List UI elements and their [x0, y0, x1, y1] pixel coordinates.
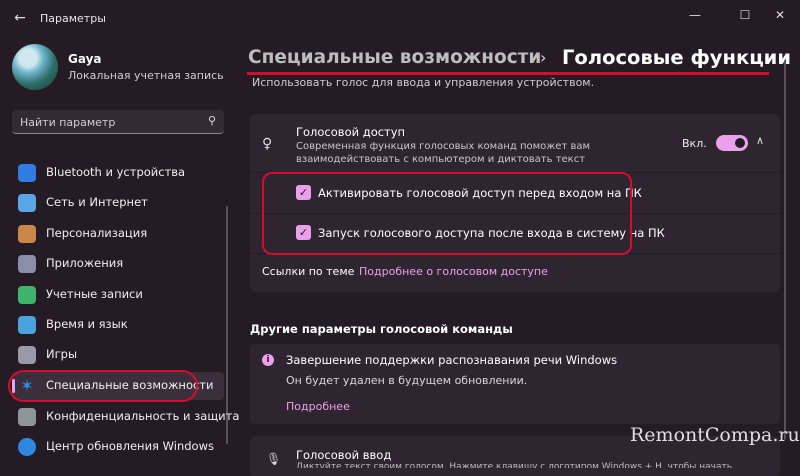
section-title: Другие параметры голосовой команды: [250, 322, 513, 336]
globe-clock-icon: [18, 316, 36, 334]
sidebar-item-label: Учетные записи: [46, 287, 143, 301]
page-title: Голосовые функции: [562, 46, 791, 69]
sidebar-item-bluetooth[interactable]: Bluetooth и устройства: [12, 159, 224, 187]
sidebar-item-gaming[interactable]: Игры: [12, 341, 224, 369]
sidebar-item-windows-update[interactable]: Центр обновления Windows: [12, 433, 224, 461]
sidebar-item-label: Сеть и Интернет: [46, 195, 148, 209]
sidebar-item-label: Игры: [46, 347, 78, 361]
sidebar-item-time-language[interactable]: Время и язык: [12, 311, 224, 339]
chevron-up-icon[interactable]: ∧: [756, 134, 764, 147]
sidebar-item-apps[interactable]: Приложения: [12, 250, 224, 278]
user-name: Gaya: [68, 52, 102, 66]
breadcrumb-parent[interactable]: Специальные возможности: [248, 47, 541, 68]
sidebar-item-label: Bluetooth и устройства: [46, 165, 186, 179]
close-icon[interactable]: ✕: [765, 4, 795, 26]
voice-access-more-link[interactable]: Подробнее о голосовом доступе: [359, 265, 548, 278]
sidebar-item-privacy[interactable]: Конфиденциальность и защита: [12, 403, 239, 431]
highlight-oval: [8, 370, 198, 402]
update-icon: [18, 438, 36, 456]
title-bar: ← Параметры — ☐ ✕: [0, 0, 800, 36]
microphone-icon: 🎙: [266, 452, 282, 466]
brush-icon: [18, 225, 36, 243]
voice-access-toggle[interactable]: [716, 135, 748, 151]
sidebar-item-label: Конфиденциальность и защита: [46, 409, 240, 423]
sidebar-item-personalization[interactable]: Персонализация: [12, 220, 224, 248]
sidebar-item-label: Персонализация: [46, 226, 148, 240]
search-box[interactable]: ⚲: [12, 110, 224, 134]
sidebar-item-accounts[interactable]: Учетные записи: [12, 281, 224, 309]
voice-access-description: Современная функция голосовых команд пом…: [296, 141, 591, 165]
account-type: Локальная учетная запись: [68, 69, 224, 82]
shield-icon: [18, 408, 36, 426]
sidebar-item-network[interactable]: Сеть и Интернет: [12, 189, 224, 217]
sidebar-item-label: Центр обновления Windows: [46, 439, 214, 453]
avatar[interactable]: [12, 44, 58, 90]
search-icon[interactable]: ⚲: [208, 114, 216, 127]
maximize-icon[interactable]: ☐: [730, 4, 760, 26]
sidebar-item-label: Время и язык: [46, 317, 128, 331]
page-description: Использовать голос для ввода и управлени…: [252, 76, 595, 89]
breadcrumb-separator: ›: [540, 48, 547, 67]
apps-icon: [18, 255, 36, 273]
voice-access-icon: ♀: [262, 136, 273, 152]
highlight-underline: [247, 72, 769, 75]
bluetooth-icon: [18, 164, 36, 182]
related-links-label: Ссылки по теме: [262, 265, 355, 278]
voice-access-title: Голосовой доступ: [296, 125, 406, 139]
voice-typing-description: Диктуйте текст своим голосом. Нажмите кл…: [296, 462, 733, 468]
wifi-icon: [18, 194, 36, 212]
notice-more-link[interactable]: Подробнее: [286, 400, 350, 413]
window-title: Параметры: [40, 12, 106, 25]
watermark: RemontCompa.ru: [630, 424, 800, 446]
info-icon: i: [262, 354, 274, 366]
voice-typing-title: Голосовой ввод: [296, 448, 392, 462]
gamepad-icon: [18, 346, 36, 364]
toggle-state-label: Вкл.: [682, 137, 707, 150]
toggle-knob: [735, 138, 745, 148]
back-arrow-icon[interactable]: ←: [10, 8, 30, 28]
person-icon: [18, 286, 36, 304]
minimize-icon[interactable]: —: [680, 4, 710, 26]
highlight-box: [262, 172, 632, 255]
notice-description: Он будет удален в будущем обновлении.: [286, 374, 528, 387]
main-scrollbar[interactable]: [784, 60, 786, 440]
search-input[interactable]: [20, 114, 200, 130]
notice-title: Завершение поддержки распознавания речи …: [286, 353, 618, 367]
sidebar-item-label: Приложения: [46, 256, 124, 270]
